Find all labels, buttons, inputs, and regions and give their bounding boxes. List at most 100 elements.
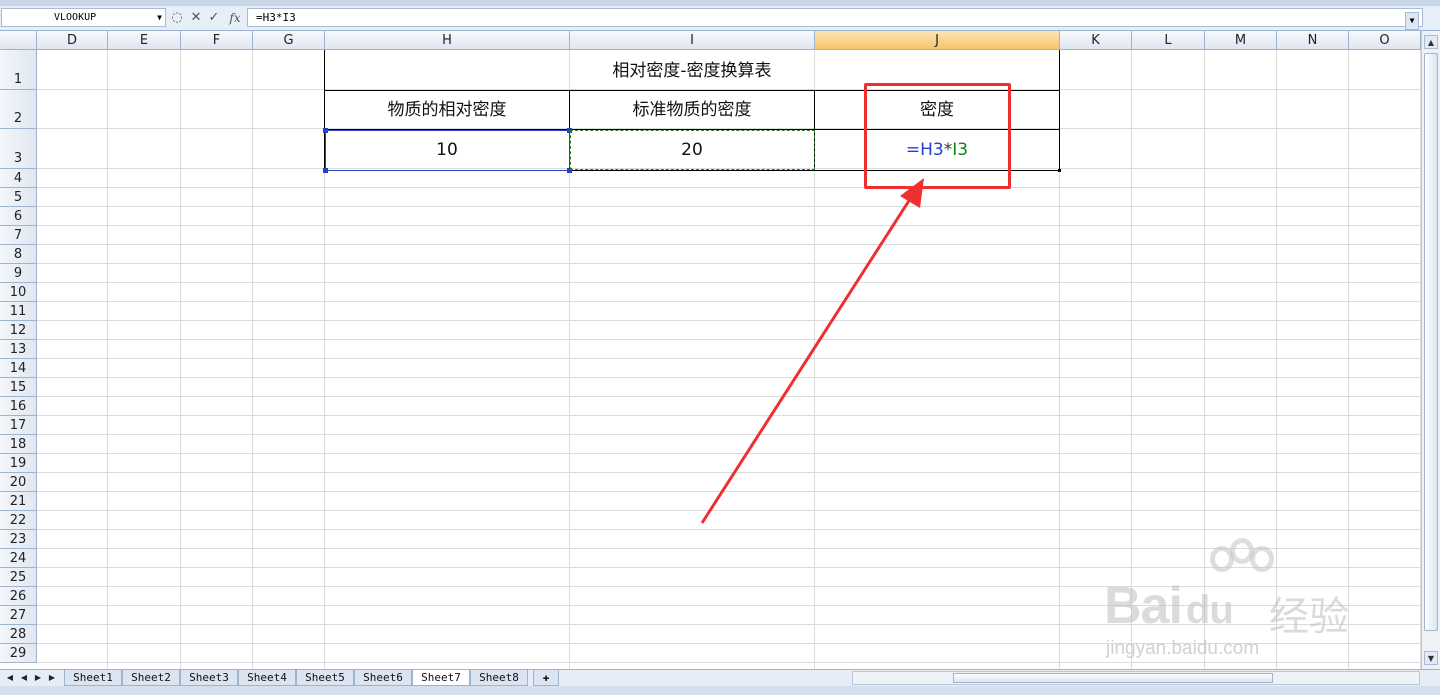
name-box[interactable]: VLOOKUP ▼ [1,8,166,27]
row-gridline [37,263,1421,264]
row-header-22[interactable]: 22 [0,511,37,530]
scroll-up-icon[interactable]: ▲ [1424,35,1438,49]
column-header-h[interactable]: H [325,31,570,50]
row-gridline [37,301,1421,302]
horizontal-scroll-thumb[interactable] [953,673,1273,683]
row-gridline [37,491,1421,492]
header-relative-density[interactable]: 物质的相对密度 [325,91,569,129]
row-header-23[interactable]: 23 [0,530,37,549]
column-header-j[interactable]: J [815,31,1060,50]
column-header-k[interactable]: K [1060,31,1132,50]
formula-text: =H3*I3 [256,11,296,24]
row-header-25[interactable]: 25 [0,568,37,587]
column-header-e[interactable]: E [108,31,181,50]
status-bar [0,686,1440,695]
sheet-tab-sheet5[interactable]: Sheet5 [296,670,354,686]
row-header-21[interactable]: 21 [0,492,37,511]
watermark-cn: 经验 [1269,594,1349,640]
row-header-24[interactable]: 24 [0,549,37,568]
row-gridline [37,510,1421,511]
row-header-6[interactable]: 6 [0,207,37,226]
row-header-13[interactable]: 13 [0,340,37,359]
column-header-d[interactable]: D [37,31,108,50]
annotation-box [864,83,1011,189]
row-header-29[interactable]: 29 [0,644,37,663]
row-gridline [37,244,1421,245]
row-gridline [37,453,1421,454]
row-header-14[interactable]: 14 [0,359,37,378]
row-header-26[interactable]: 26 [0,587,37,606]
row-header-11[interactable]: 11 [0,302,37,321]
column-header-m[interactable]: M [1205,31,1277,50]
circle-icon: ◌ [171,10,183,25]
next-sheet-icon[interactable]: ▶ [32,671,44,685]
row-header-3[interactable]: 3 [0,129,37,169]
insert-function-button[interactable]: fx [225,9,245,27]
sheet-tab-sheet4[interactable]: Sheet4 [238,670,296,686]
last-sheet-icon[interactable]: ▶ [46,671,58,685]
row-header-16[interactable]: 16 [0,397,37,416]
row-header-10[interactable]: 10 [0,283,37,302]
row-header-7[interactable]: 7 [0,226,37,245]
cancel-formula-button[interactable]: ✕ [188,9,204,27]
scroll-down-icon[interactable]: ▼ [1424,651,1438,665]
ref-highlight-h3 [325,130,570,171]
formula-bar: VLOOKUP ▼ ◌ ✕ ✓ fx =H3*I3 ▼ [0,6,1440,31]
horizontal-scrollbar[interactable] [852,671,1420,685]
sheet-tab-sheet2[interactable]: Sheet2 [122,670,180,686]
header-standard-density[interactable]: 标准物质的密度 [570,91,814,129]
insert-sheet-icon[interactable]: ✚ [533,670,559,686]
sheet-tab-sheet8[interactable]: Sheet8 [470,670,528,686]
row-gridline [37,206,1421,207]
row-header-9[interactable]: 9 [0,264,37,283]
vertical-scroll-thumb[interactable] [1424,53,1438,631]
row-header-5[interactable]: 5 [0,188,37,207]
column-header-o[interactable]: O [1349,31,1421,50]
sheet-tab-sheet7[interactable]: Sheet7 [412,670,470,686]
column-gridline [180,50,181,669]
row-header-18[interactable]: 18 [0,435,37,454]
row-header-12[interactable]: 12 [0,321,37,340]
row-header-1[interactable]: 1 [0,50,37,90]
column-header-f[interactable]: F [181,31,253,50]
row-gridline [37,377,1421,378]
ref-handle[interactable] [323,168,328,173]
column-gridline [107,50,108,669]
expand-formula-icon[interactable]: ▼ [1405,12,1419,30]
formula-input[interactable]: =H3*I3 ▼ [247,8,1423,30]
watermark-url: jingyan.baidu.com [1106,638,1260,659]
column-header-n[interactable]: N [1277,31,1349,50]
select-all-corner[interactable] [0,31,37,50]
row-header-8[interactable]: 8 [0,245,37,264]
fill-handle[interactable] [1058,169,1061,172]
table-border [1059,50,1060,171]
sheet-tab-sheet3[interactable]: Sheet3 [180,670,238,686]
column-gridline [252,50,253,669]
row-header-15[interactable]: 15 [0,378,37,397]
sheet-tab-sheet6[interactable]: Sheet6 [354,670,412,686]
row-header-27[interactable]: 27 [0,606,37,625]
enter-formula-button[interactable]: ✓ [206,9,222,27]
ref-handle[interactable] [323,128,328,133]
column-header-g[interactable]: G [253,31,325,50]
sheet-tab-sheet1[interactable]: Sheet1 [64,670,122,686]
row-gridline [37,396,1421,397]
vertical-scrollbar[interactable]: ▲ ▼ [1421,31,1440,669]
column-header-l[interactable]: L [1132,31,1205,50]
row-header-17[interactable]: 17 [0,416,37,435]
first-sheet-icon[interactable]: ◀ [4,671,16,685]
name-box-value: VLOOKUP [54,12,97,23]
row-header-2[interactable]: 2 [0,90,37,129]
row-gridline [37,339,1421,340]
row-header-20[interactable]: 20 [0,473,37,492]
sheet-tab-bar: ◀ ◀ ▶ ▶ Sheet1 Sheet2 Sheet3 Sheet4 Sheet5 Sh… [0,669,1440,687]
column-header-i[interactable]: I [570,31,815,50]
row-header-19[interactable]: 19 [0,454,37,473]
row-header-4[interactable]: 4 [0,169,37,188]
row-gridline [37,434,1421,435]
row-gridline [37,225,1421,226]
chevron-down-icon[interactable]: ▼ [157,9,162,26]
prev-sheet-icon[interactable]: ◀ [18,671,30,685]
row-header-28[interactable]: 28 [0,625,37,644]
watermark-logo: Bai du [1104,577,1234,635]
